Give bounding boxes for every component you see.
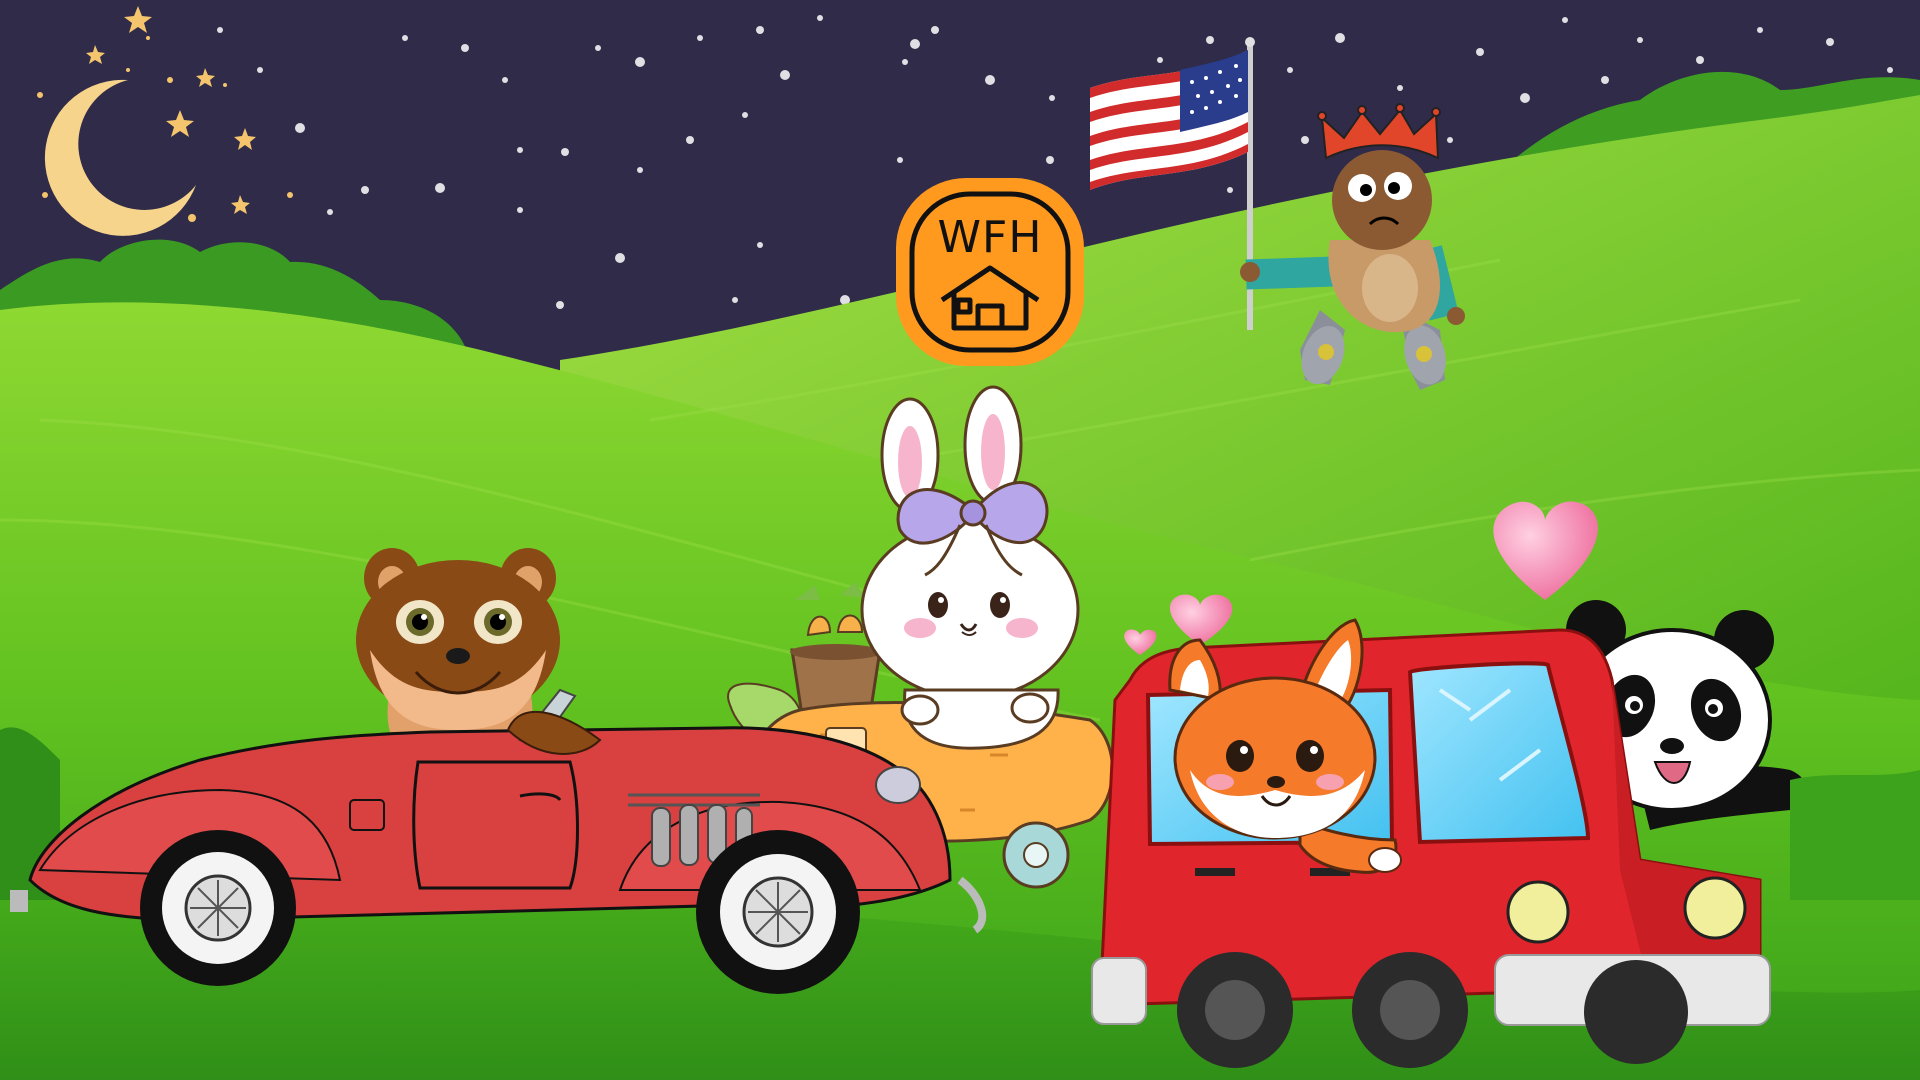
front-bush-right (1790, 770, 1920, 900)
wfh-badge: WFH (896, 178, 1084, 366)
wfh-label: WFH (938, 212, 1043, 263)
cartoon-scene: WFH (0, 0, 1920, 1080)
